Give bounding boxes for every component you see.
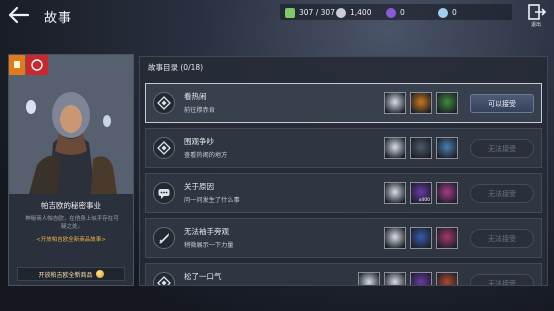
quest-title: 松了一口气 <box>184 272 222 281</box>
stamina-value: 307 / 307 <box>299 8 335 17</box>
quest-title: 看热闹 <box>184 92 207 101</box>
reward-item-icon[interactable] <box>384 182 406 204</box>
reward-item-icon[interactable] <box>410 272 432 285</box>
reward-item-icon[interactable]: x400 <box>410 182 432 204</box>
quest-description: 问一问发生了什么事 <box>184 197 240 204</box>
reward-item-icon[interactable] <box>358 272 380 285</box>
npc-story-link[interactable]: <开放帕吉欧全新商品故事> <box>9 235 133 243</box>
exit-door-icon <box>528 4 547 20</box>
back-arrow-icon[interactable] <box>8 6 30 24</box>
diamond-icon <box>153 272 175 285</box>
quest-row[interactable]: 关于原因问一问发生了什么事 x400 无法接受 <box>145 173 542 213</box>
npc-portrait <box>9 55 133 194</box>
quest-description: 前往穆赤肯 <box>184 107 215 114</box>
unavailable-button[interactable]: 无法接受 <box>470 229 534 248</box>
diamond-icon <box>153 137 175 159</box>
crystal-value: 0 <box>452 8 457 17</box>
unavailable-button[interactable]: 无法接受 <box>470 184 534 203</box>
top-bar: 故事 307 / 307 1,400 0 0 退出 <box>0 0 554 30</box>
reward-item-icon[interactable] <box>384 92 406 114</box>
reward-item-icon[interactable] <box>384 137 406 159</box>
stamina-resource: 307 / 307 <box>285 6 335 19</box>
crystal-icon <box>438 7 448 18</box>
quest-row[interactable]: 无法袖手旁观 稍微展示一下力量 无法接受 <box>145 218 542 258</box>
purple-gem-icon <box>386 7 396 18</box>
sword-icon <box>153 227 175 249</box>
unavailable-button[interactable]: 无法接受 <box>470 139 534 158</box>
quest-row[interactable]: 松了一口气 无法接受 <box>145 263 542 285</box>
page-title: 故事 <box>44 11 73 26</box>
quest-title: 无法袖手旁观 <box>184 227 229 236</box>
silver-value: 1,400 <box>350 8 372 17</box>
story-list-panel: 故事目录 (0/18) 看热闹 前往穆赤肯 可以接受 围观争吵 查看热闹的地方 无法接受关… <box>139 56 548 286</box>
bookmark-icon <box>14 61 20 68</box>
tag-icon <box>31 59 43 71</box>
stamina-icon <box>285 7 295 18</box>
quest-title: 关于原因 <box>184 182 214 191</box>
reward-item-icon[interactable] <box>410 92 432 114</box>
chat-icon <box>153 182 175 204</box>
reward-item-icon[interactable] <box>436 227 458 249</box>
reward-item-icon[interactable] <box>436 92 458 114</box>
npc-description: 神秘商人帕吉欧，在他身上似乎存在可疑之处。 <box>25 216 119 230</box>
reward-item-icon[interactable] <box>436 272 458 285</box>
silver-coin-icon <box>336 7 346 18</box>
exit-button[interactable]: 退出 <box>524 4 548 28</box>
bookmark-badge <box>9 55 25 75</box>
quest-description: 查看热闹的地方 <box>184 152 228 159</box>
unlock-new-goods-label: 开放帕吉欧全新商品 <box>38 271 93 279</box>
reward-item-icon[interactable] <box>384 227 406 249</box>
reward-item-icon[interactable] <box>410 227 432 249</box>
quest-row[interactable]: 看热闹前往穆赤肯 可以接受 <box>145 83 542 123</box>
quest-title: 围观争吵 <box>184 137 214 146</box>
unavailable-button[interactable]: 无法接受 <box>470 274 534 285</box>
purple-gem-resource: 0 <box>386 6 405 19</box>
silver-resource: 1,400 <box>336 6 371 19</box>
quest-row[interactable]: 围观争吵查看热闹的地方 无法接受 <box>145 128 542 168</box>
quest-description: 稍微展示一下力量 <box>184 242 234 249</box>
gold-coin-icon <box>95 270 104 278</box>
tag-badge <box>26 55 48 75</box>
unlock-new-goods-button[interactable]: 开放帕吉欧全新商品 <box>17 267 125 281</box>
reward-item-icon[interactable] <box>384 272 406 285</box>
reward-item-icon[interactable] <box>436 137 458 159</box>
npc-card: 帕吉欧的秘密事业 神秘商人帕吉欧，在他身上似乎存在可疑之处。 <开放帕吉欧全新商… <box>8 54 134 286</box>
reward-count: x400 <box>418 198 430 203</box>
npc-name: 帕吉欧的秘密事业 <box>41 201 101 210</box>
story-list-title: 故事目录 (0/18) <box>148 63 204 72</box>
diamond-icon <box>153 92 175 114</box>
exit-label: 退出 <box>530 22 541 28</box>
purple-gem-value: 0 <box>400 8 405 17</box>
crystal-resource: 0 <box>438 6 457 19</box>
reward-item-icon[interactable] <box>410 137 432 159</box>
reward-item-icon[interactable] <box>436 182 458 204</box>
accept-button[interactable]: 可以接受 <box>470 94 534 113</box>
